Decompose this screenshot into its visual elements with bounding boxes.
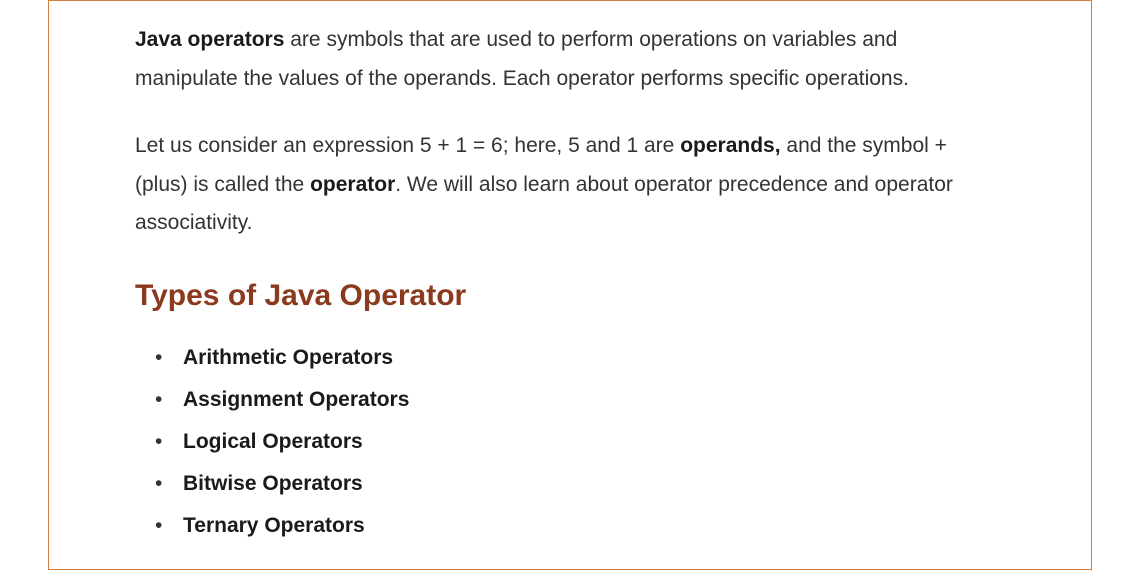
list-item: Bitwise Operators (183, 463, 1005, 505)
list-item: Ternary Operators (183, 505, 1005, 547)
bold-term-operator: operator (310, 173, 395, 196)
list-item: Assignment Operators (183, 379, 1005, 421)
intro-paragraph-2: Let us consider an expression 5 + 1 = 6;… (135, 127, 1005, 244)
document-page: Java operators are symbols that are used… (48, 0, 1092, 570)
section-heading: Types of Java Operator (135, 279, 1005, 313)
bold-term-operands: operands, (680, 134, 780, 157)
operator-types-list: Arithmetic Operators Assignment Operator… (135, 337, 1005, 547)
intro-paragraph-1: Java operators are symbols that are used… (135, 21, 1005, 99)
paragraph-2-part-1: Let us consider an expression 5 + 1 = 6;… (135, 134, 680, 157)
bold-term-java-operators: Java operators (135, 28, 284, 51)
list-item: Arithmetic Operators (183, 337, 1005, 379)
list-item: Logical Operators (183, 421, 1005, 463)
